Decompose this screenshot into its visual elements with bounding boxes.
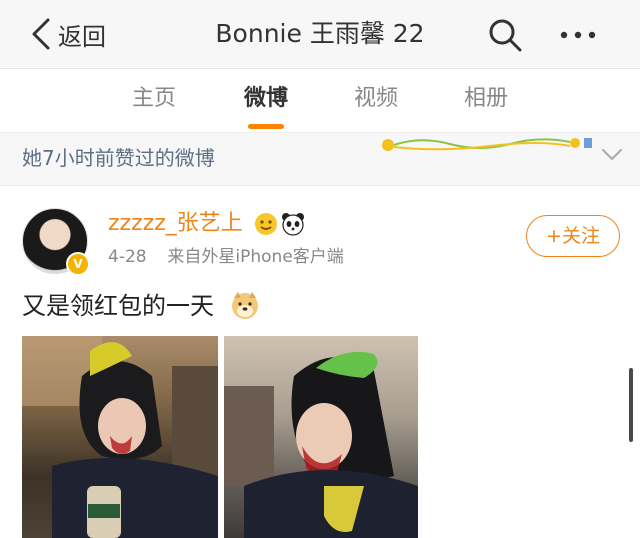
search-icon[interactable] <box>486 16 524 54</box>
profile-tabs: 主页 微博 视频 相册 <box>0 69 640 131</box>
tab-home[interactable]: 主页 <box>114 79 194 119</box>
post-text: 又是领红包的一天 <box>22 292 214 320</box>
chevron-left-icon <box>32 18 50 50</box>
decorative-banner-icon <box>382 138 592 151</box>
more-dots-icon[interactable] <box>558 22 598 48</box>
post-meta: 4-28 来自外星iPhone客户端 <box>108 244 344 270</box>
post-photo-2[interactable] <box>224 336 418 538</box>
tab-weibo[interactable]: 微博 <box>226 79 306 119</box>
active-tab-indicator <box>248 124 284 129</box>
scrollbar[interactable] <box>629 368 633 442</box>
chevron-down-icon[interactable] <box>600 146 624 164</box>
tab-album[interactable]: 相册 <box>446 79 526 119</box>
top-nav-bar: 返回 Bonnie 王雨馨 22 <box>0 0 640 69</box>
liked-notice-text: 她7小时前赞过的微博 <box>22 146 215 170</box>
post-date: 4-28 <box>108 247 147 267</box>
doge-emoji-icon <box>232 292 258 319</box>
post-source: 来自外星iPhone客户端 <box>167 247 344 267</box>
panda-emoji-icon <box>282 213 304 236</box>
smiling-face-emoji-icon <box>255 213 277 235</box>
tab-video[interactable]: 视频 <box>336 79 416 119</box>
post-username[interactable]: zzzzz_张艺上 <box>108 209 243 239</box>
back-label: 返回 <box>58 22 106 51</box>
verified-badge-icon: V <box>66 252 90 276</box>
post-photo-1[interactable] <box>22 336 218 538</box>
back-button[interactable]: 返回 <box>30 16 106 52</box>
follow-button[interactable]: +关注 <box>526 215 620 257</box>
